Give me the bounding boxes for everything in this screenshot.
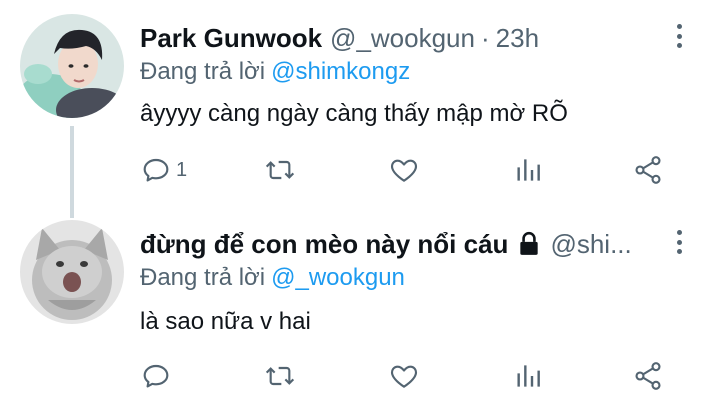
- reply-button[interactable]: [140, 356, 172, 396]
- retweet-button[interactable]: [264, 150, 296, 190]
- replying-to: Đang trả lời @_wookgun: [140, 264, 405, 292]
- views-button[interactable]: [512, 150, 544, 190]
- lock-icon: [520, 231, 539, 255]
- avatar[interactable]: [20, 220, 124, 324]
- reply-count: 1: [176, 158, 188, 181]
- tweet-header: đừng để con mèo này nổi cáu @shi...: [140, 226, 632, 262]
- views-button[interactable]: [512, 356, 544, 396]
- retweet-icon: [265, 366, 295, 386]
- reply-icon: [143, 158, 169, 182]
- reply-button[interactable]: 1: [140, 150, 187, 190]
- action-bar: 1: [140, 150, 690, 190]
- retweet-button[interactable]: [264, 356, 296, 396]
- share-button[interactable]: [632, 356, 664, 396]
- cat-photo-icon: [20, 220, 124, 324]
- retweet-icon: [265, 160, 295, 180]
- action-bar: [140, 356, 690, 396]
- analytics-icon: [517, 365, 540, 387]
- avatar[interactable]: [20, 14, 124, 118]
- user-handle[interactable]: @shi...: [550, 229, 631, 260]
- user-handle[interactable]: @_wookgun: [330, 23, 475, 54]
- reply-icon: [143, 364, 169, 388]
- tweet-1[interactable]: Park Gunwook @_wookgun · 23h Đang trả lờ…: [0, 0, 720, 218]
- timestamp[interactable]: 23h: [496, 23, 539, 54]
- tweet-text: âyyyy càng ngày càng thấy mập mờ RÕ: [140, 100, 568, 127]
- share-icon: [635, 156, 661, 184]
- replying-to-handle[interactable]: @shimkongz: [271, 58, 410, 85]
- replying-to-handle[interactable]: @_wookgun: [271, 264, 405, 291]
- replying-to-label: Đang trả lời: [140, 58, 266, 85]
- like-button[interactable]: [388, 356, 420, 396]
- heart-icon: [390, 365, 418, 388]
- tweet-2[interactable]: đừng để con mèo này nổi cáu @shi... Đang…: [0, 202, 720, 403]
- share-icon: [635, 362, 661, 390]
- share-button[interactable]: [632, 150, 664, 190]
- separator-dot: ·: [480, 22, 490, 53]
- tweet-header: Park Gunwook @_wookgun · 23h: [140, 20, 539, 56]
- more-options-icon[interactable]: [668, 224, 690, 260]
- tweet-text: là sao nữa v hai: [140, 308, 311, 335]
- profile-photo-icon: [20, 14, 124, 118]
- like-button[interactable]: [388, 150, 420, 190]
- analytics-icon: [517, 159, 540, 181]
- replying-to-label: Đang trả lời: [140, 264, 266, 291]
- more-options-icon[interactable]: [668, 18, 690, 54]
- display-name[interactable]: đừng để con mèo này nổi cáu: [140, 229, 508, 260]
- display-name[interactable]: Park Gunwook: [140, 23, 322, 54]
- replying-to: Đang trả lời @shimkongz: [140, 58, 410, 86]
- heart-icon: [390, 159, 418, 182]
